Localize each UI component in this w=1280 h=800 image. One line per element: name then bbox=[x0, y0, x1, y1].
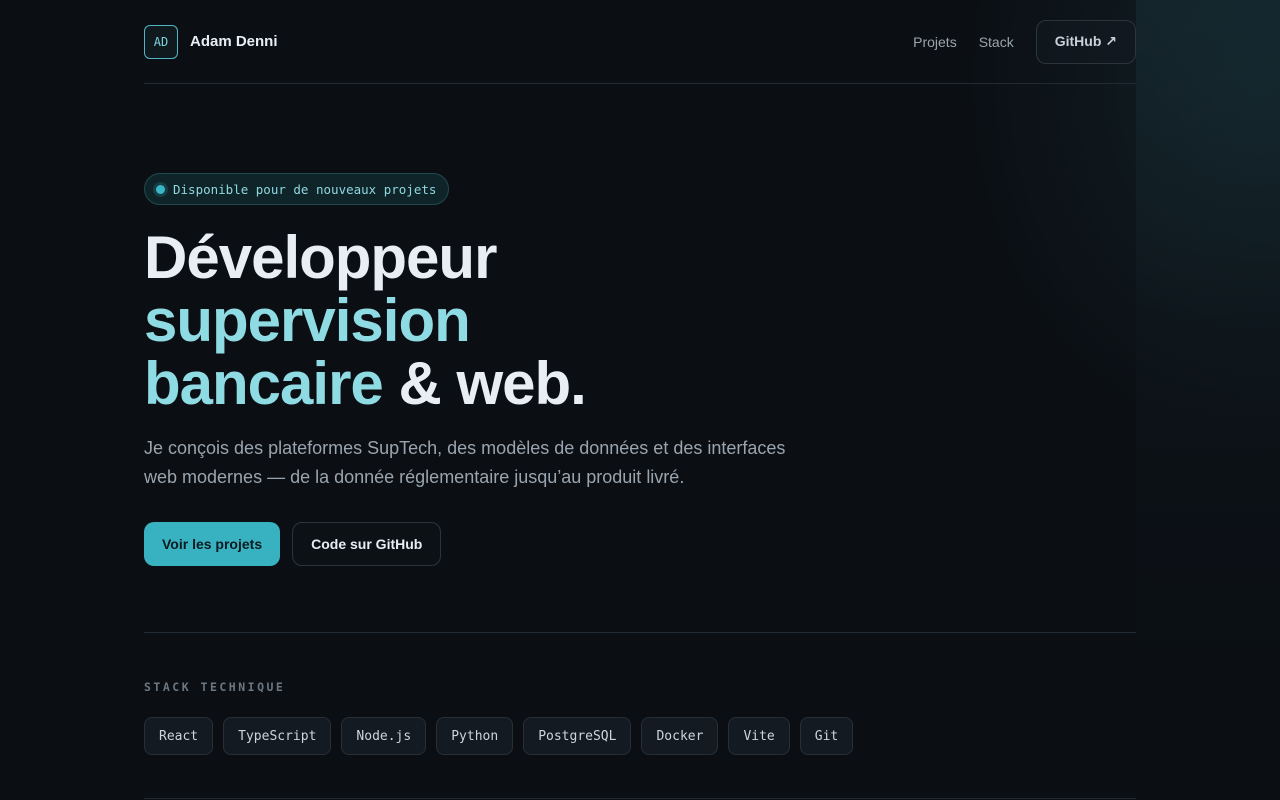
title-line-3: bancaire & web. bbox=[144, 352, 944, 415]
stack-section-label: STACK TECHNIQUE bbox=[144, 680, 286, 694]
hero-description-line-1: Je conçois des plateformes SupTech, des … bbox=[144, 438, 786, 458]
hero-description-line-2: web modernes — de la donnée réglementair… bbox=[144, 467, 685, 487]
brand-name: Adam Denni bbox=[190, 33, 278, 50]
title-line-1: Développeur bbox=[144, 224, 497, 291]
availability-badge: Disponible pour de nouveaux projets bbox=[144, 173, 450, 205]
stack-chip-list: React TypeScript Node.js Python PostgreS… bbox=[144, 717, 854, 755]
stack-chip: Node.js bbox=[341, 717, 427, 755]
main-nav: Projets Stack GitHub ↗ bbox=[913, 19, 1136, 64]
bottom-divider bbox=[144, 798, 1136, 799]
github-button[interactable]: GitHub ↗ bbox=[1035, 19, 1136, 64]
site-header: AD Adam Denni Projets Stack GitHub ↗ bbox=[144, 0, 1136, 84]
github-code-button[interactable]: Code sur GitHub bbox=[292, 522, 442, 566]
stack-chip: PostgreSQL bbox=[523, 717, 632, 755]
stack-chip: Docker bbox=[641, 717, 719, 755]
page-container: AD Adam Denni Projets Stack GitHub ↗ Dis… bbox=[144, 0, 1136, 799]
cta-row: Voir les projets Code sur GitHub bbox=[144, 522, 442, 566]
title-line-2: supervision bbox=[144, 287, 471, 354]
page-title: Développeur supervision bancaire & web. bbox=[144, 226, 944, 415]
status-dot-icon bbox=[156, 184, 165, 194]
stack-chip: React bbox=[144, 717, 214, 755]
title-line-3-accent: bancaire bbox=[144, 350, 384, 417]
brand[interactable]: AD Adam Denni bbox=[144, 24, 278, 59]
title-line-3-rest: & web. bbox=[382, 350, 586, 417]
section-divider bbox=[144, 632, 1136, 633]
stack-chip: Vite bbox=[728, 717, 790, 755]
stack-chip: TypeScript bbox=[223, 717, 332, 755]
view-projects-button[interactable]: Voir les projets bbox=[144, 522, 281, 566]
logo-badge: AD bbox=[144, 24, 178, 59]
nav-link-stack[interactable]: Stack bbox=[979, 34, 1014, 50]
stack-chip: Python bbox=[436, 717, 514, 755]
hero-description: Je conçois des plateformes SupTech, des … bbox=[144, 434, 824, 492]
availability-text: Disponible pour de nouveaux projets bbox=[173, 181, 437, 197]
nav-link-projects[interactable]: Projets bbox=[913, 34, 957, 50]
stack-chip: Git bbox=[799, 717, 854, 755]
background-glow bbox=[1136, 0, 1280, 800]
